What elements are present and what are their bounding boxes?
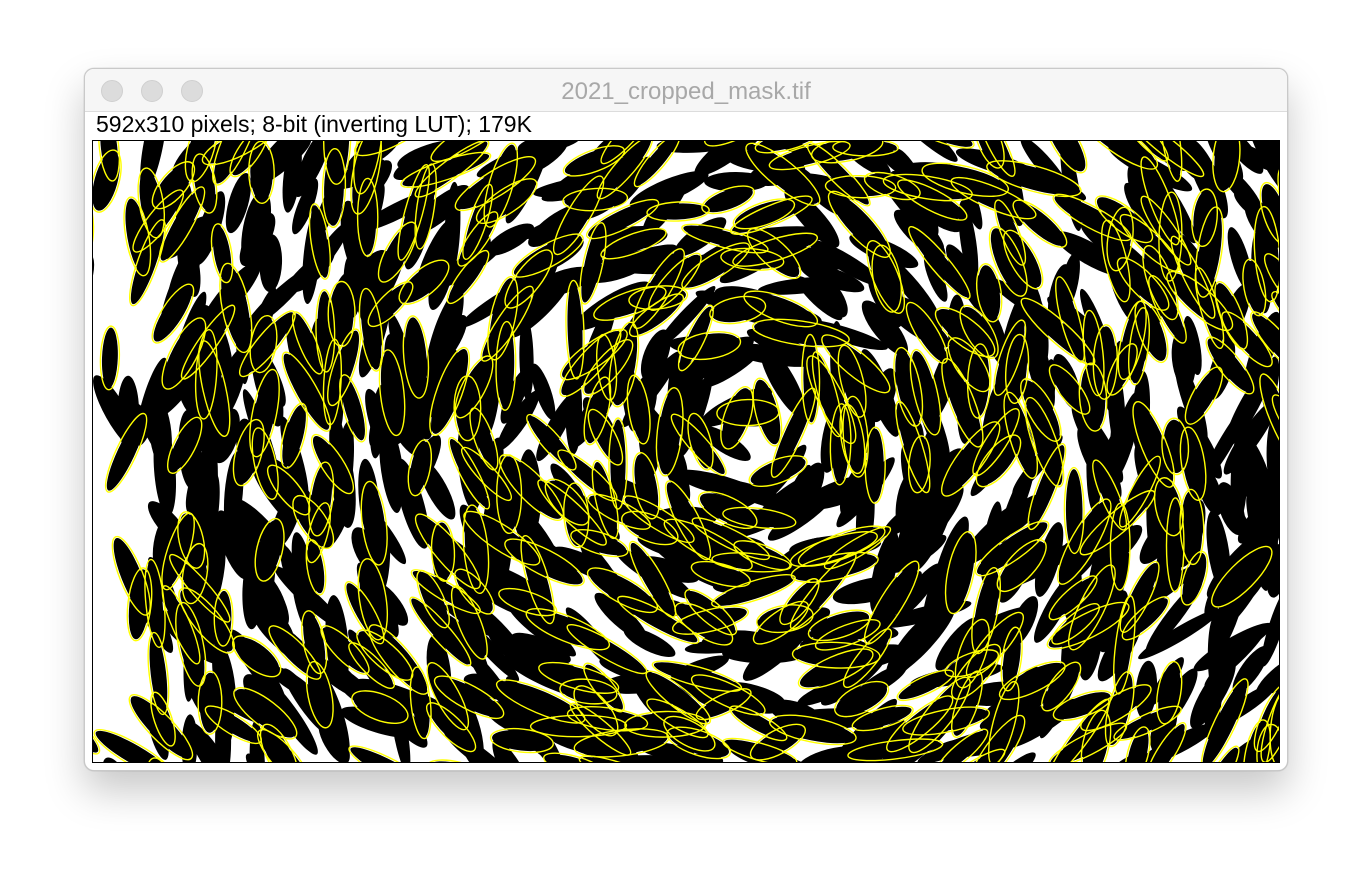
mask-image bbox=[93, 141, 1279, 762]
image-canvas[interactable] bbox=[92, 140, 1280, 763]
title-bar[interactable]: 2021_cropped_mask.tif bbox=[85, 69, 1287, 112]
window-title: 2021_cropped_mask.tif bbox=[561, 78, 811, 105]
image-window: 2021_cropped_mask.tif 592x310 pixels; 8-… bbox=[84, 68, 1288, 771]
image-info-text: 592x310 pixels; 8-bit (inverting LUT); 1… bbox=[96, 111, 532, 137]
